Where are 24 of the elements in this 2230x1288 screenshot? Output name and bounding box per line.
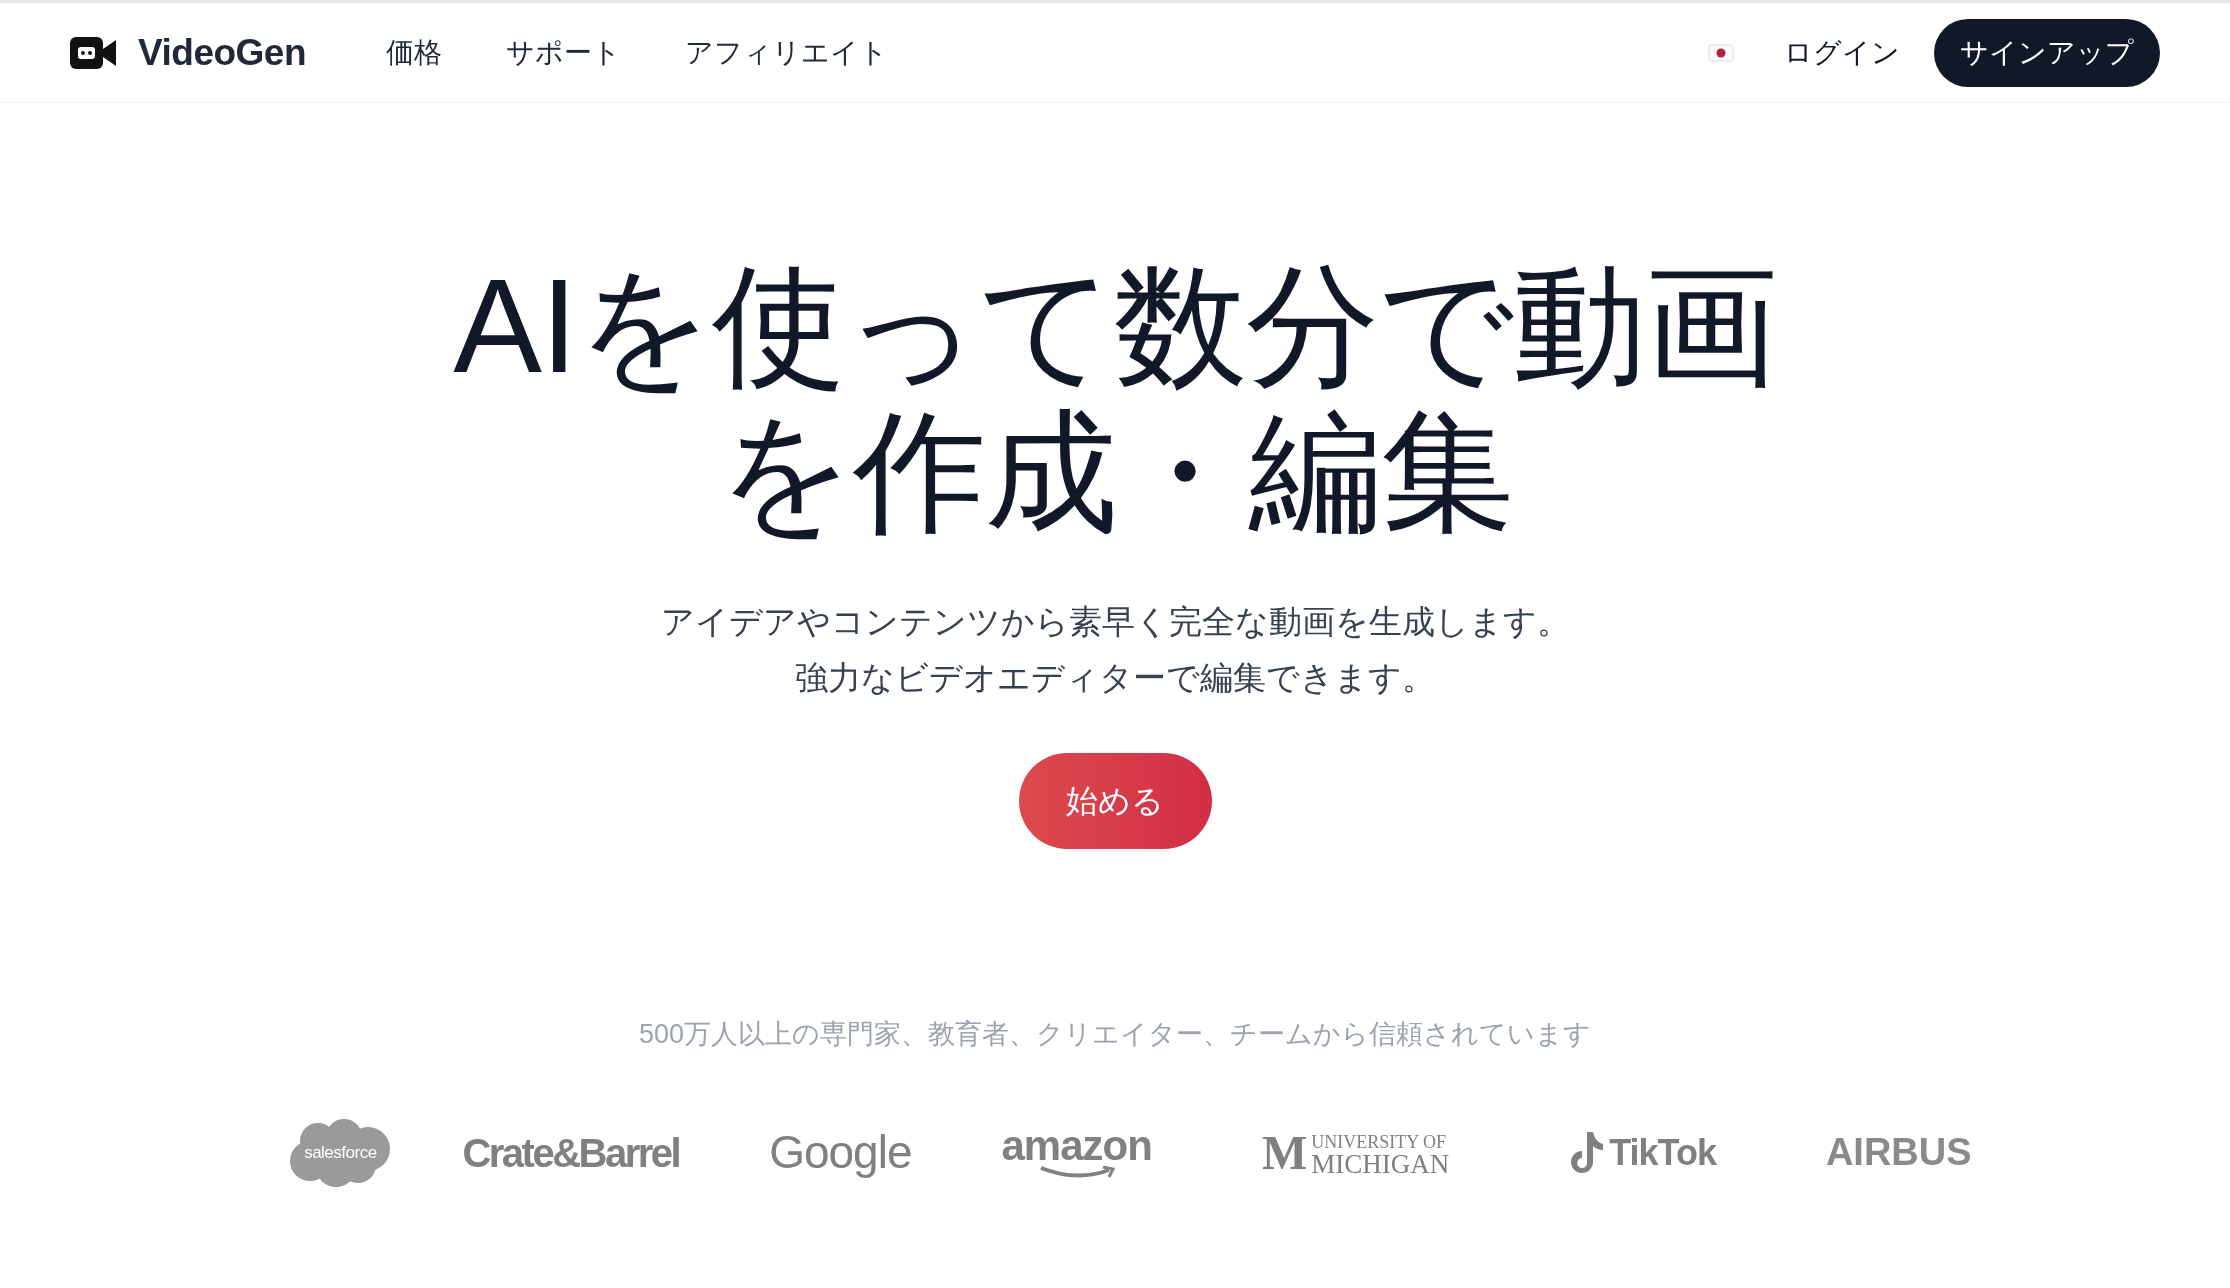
logo-wordmark: Google (769, 1126, 912, 1178)
hero-title: AIを使って数分で動画を作成・編集 (452, 253, 1778, 545)
cloud-icon (288, 1116, 393, 1189)
logo-wordmark: amazon (1001, 1125, 1152, 1166)
logo-wordmark: AIRBUS (1825, 1131, 1972, 1173)
logo-text: UNIVERSITY OF (1311, 1130, 1448, 1153)
brand-name[interactable]: VideoGen (138, 24, 307, 81)
login-link[interactable]: ログイン (1784, 31, 1900, 74)
hero-subtitle: アイデアやコンテンツから素早く完全な動画を生成します。 (660, 602, 1570, 642)
logo-wordmark: TikTok (1609, 1130, 1716, 1175)
hero-subtitle: 強力なビデオエディターで編集できます。 (795, 658, 1435, 698)
get-started-button[interactable]: 始める (1018, 753, 1212, 849)
trust-statement: 500万人以上の専門家、教育者、クリエイター、チームから信頼されています (638, 1018, 1592, 1051)
signup-button[interactable]: サインアップ (1934, 18, 2160, 87)
logo-wordmark: Crate&Barrel (462, 1130, 680, 1175)
logo-mark: M (1261, 1132, 1308, 1173)
nav-link[interactable]: サポート (506, 31, 622, 74)
logo-text: salesforce (304, 1141, 377, 1164)
nav-link[interactable]: 価格 (386, 31, 443, 74)
logo-text: MICHIGAN (1311, 1152, 1450, 1175)
nav-link[interactable]: アフィリエイト (685, 31, 889, 74)
music-note-icon (1569, 1129, 1604, 1176)
video-camera-icon (70, 36, 116, 69)
japan-flag-icon[interactable] (1708, 42, 1734, 63)
